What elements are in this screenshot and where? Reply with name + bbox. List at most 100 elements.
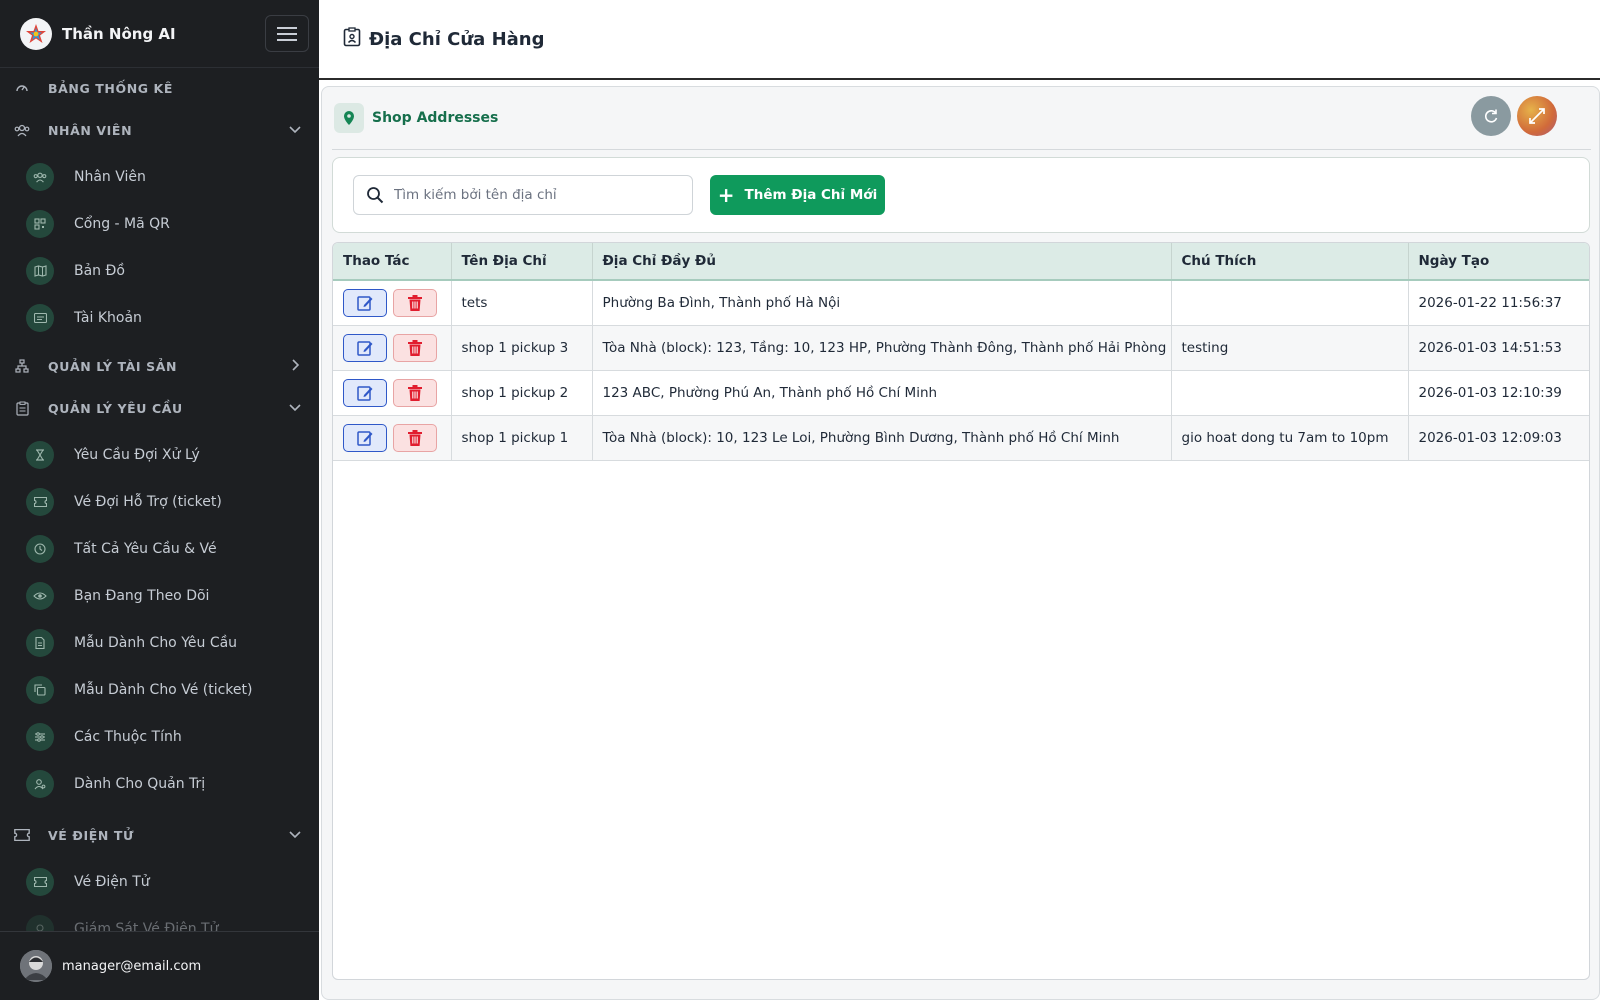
column-header-created[interactable]: Ngày Tạo: [1408, 243, 1589, 281]
delete-button[interactable]: [393, 333, 437, 362]
delete-button[interactable]: [393, 288, 437, 317]
cell-name: tets: [451, 280, 593, 326]
user-email: manager@email.com: [62, 958, 202, 974]
sidebar-item-employees[interactable]: Nhân Viên: [0, 154, 319, 200]
toolbar: + Thêm Địa Chỉ Mới: [332, 157, 1590, 233]
sidebar-item-following[interactable]: Bạn Đang Theo Dõi: [0, 573, 319, 619]
ticket-icon: [26, 488, 54, 516]
sidebar: Thần Nông AI BẢNG THỐNG KÊ NHÂN VIÊN Nhâ…: [0, 0, 319, 1000]
sidebar-item-map[interactable]: Bản Đồ: [0, 248, 319, 294]
chevron-down-icon: [288, 826, 302, 845]
app-name: Thần Nông AI: [62, 24, 176, 43]
hourglass-icon: [26, 441, 54, 469]
panel-title: Shop Addresses: [372, 110, 499, 126]
edit-icon: [357, 430, 373, 446]
hamburger-icon: [277, 26, 297, 41]
row-actions: [333, 280, 452, 326]
sidebar-item-admin[interactable]: Dành Cho Quản Trị: [0, 761, 319, 807]
column-header-full-address[interactable]: Địa Chỉ Đầy Đủ: [592, 243, 1172, 281]
qr-icon: [26, 210, 54, 238]
ticket-icon: [12, 825, 32, 845]
table-row[interactable]: shop 1 pickup 2 123 ABC, Phường Phú An, …: [333, 370, 1589, 416]
sidebar-section-requests[interactable]: QUẢN LÝ YÊU CẦU: [0, 387, 319, 429]
sidebar-section-assets[interactable]: QUẢN LÝ TÀI SẢN: [0, 345, 319, 387]
table-row[interactable]: shop 1 pickup 1 Tòa Nhà (block): 10, 123…: [333, 415, 1589, 461]
sidebar-item-gate-qr[interactable]: Cổng - Mã QR: [0, 201, 319, 247]
column-header-actions[interactable]: Thao Tác: [333, 243, 452, 281]
sidebar-item-all-requests[interactable]: Tất Cả Yêu Cầu & Vé: [0, 526, 319, 572]
cell-name: shop 1 pickup 3: [451, 325, 593, 371]
sidebar-item-pending-requests[interactable]: Yêu Cầu Đợi Xử Lý: [0, 432, 319, 478]
page-title: Địa Chỉ Cửa Hàng: [369, 28, 545, 50]
cell-created: 2026-01-22 11:56:37: [1408, 280, 1589, 326]
trash-icon: [408, 429, 422, 446]
chevron-right-icon: [288, 357, 302, 376]
id-card-icon: [26, 304, 54, 332]
sidebar-section-dashboard[interactable]: BẢNG THỐNG KÊ: [0, 67, 319, 109]
sliders-icon: [26, 723, 54, 751]
edit-button[interactable]: [343, 333, 387, 362]
cell-note: [1171, 370, 1409, 416]
trash-icon: [408, 339, 422, 356]
document-icon: [26, 629, 54, 657]
trash-icon: [408, 384, 422, 401]
sidebar-item-ticket-templates[interactable]: Mẫu Dành Cho Vé (ticket): [0, 667, 319, 713]
dashboard-icon: [12, 78, 32, 98]
team-icon: [12, 120, 32, 140]
column-header-note[interactable]: Chú Thích: [1171, 243, 1409, 281]
sidebar-item-account[interactable]: Tài Khoản: [0, 295, 319, 341]
fullscreen-button[interactable]: [1517, 96, 1557, 136]
app-logo-icon: [20, 17, 52, 50]
ticket-icon: [26, 868, 54, 896]
team-icon: [26, 163, 54, 191]
column-header-name[interactable]: Tên Địa Chỉ: [451, 243, 593, 281]
panel-header: Shop Addresses: [334, 101, 498, 135]
row-actions: [333, 370, 452, 416]
refresh-icon: [1485, 109, 1498, 123]
map-pin-icon: [334, 103, 364, 133]
copy-icon: [26, 676, 54, 704]
edit-icon: [357, 340, 373, 356]
edit-button[interactable]: [343, 378, 387, 407]
trash-icon: [408, 294, 422, 311]
menu-toggle-button[interactable]: [265, 15, 309, 52]
edit-button[interactable]: [343, 423, 387, 452]
search-icon: [367, 187, 384, 204]
divider: [332, 149, 1591, 150]
cell-full-address: Tòa Nhà (block): 123, Tầng: 10, 123 HP, …: [592, 325, 1172, 371]
cell-note: testing: [1171, 325, 1409, 371]
table-row[interactable]: shop 1 pickup 3 Tòa Nhà (block): 123, Tầ…: [333, 325, 1589, 371]
sidebar-item-attributes[interactable]: Các Thuộc Tính: [0, 714, 319, 760]
search-input[interactable]: [394, 187, 674, 203]
avatar: [20, 950, 52, 982]
eye-icon: [26, 582, 54, 610]
clipboard-icon: [12, 398, 32, 418]
table-row[interactable]: tets Phường Ba Đình, Thành phố Hà Nội 20…: [333, 280, 1589, 326]
user-footer[interactable]: manager@email.com: [0, 931, 319, 1000]
search-box[interactable]: [353, 175, 693, 215]
cell-full-address: Phường Ba Đình, Thành phố Hà Nội: [592, 280, 1172, 326]
cell-note: gio hoat dong tu 7am to 10pm: [1171, 415, 1409, 461]
address-table: Thao Tác Tên Địa Chỉ Địa Chỉ Đầy Đủ Chú …: [332, 242, 1590, 980]
chevron-down-icon: [288, 399, 302, 418]
sidebar-item-pending-tickets[interactable]: Vé Đợi Hỗ Trợ (ticket): [0, 479, 319, 525]
edit-button[interactable]: [343, 288, 387, 317]
hierarchy-icon: [12, 356, 32, 376]
edit-icon: [357, 296, 373, 311]
sidebar-section-etickets[interactable]: VÉ ĐIỆN TỬ: [0, 814, 319, 856]
cell-name: shop 1 pickup 2: [451, 370, 593, 416]
sidebar-item-etickets[interactable]: Vé Điện Tử: [0, 859, 319, 905]
sidebar-item-request-templates[interactable]: Mẫu Dành Cho Yêu Cầu: [0, 620, 319, 666]
cell-name: shop 1 pickup 1: [451, 415, 593, 461]
admin-user-icon: [26, 770, 54, 798]
row-actions: [333, 325, 452, 371]
shop-addresses-panel: Shop Addresses + Thêm Địa Chỉ Mới Thao T…: [321, 86, 1600, 1000]
plus-icon: +: [717, 183, 735, 207]
add-address-button[interactable]: + Thêm Địa Chỉ Mới: [710, 175, 885, 215]
edit-icon: [357, 385, 373, 401]
delete-button[interactable]: [393, 423, 437, 452]
chevron-down-icon: [288, 121, 302, 140]
sidebar-section-employees[interactable]: NHÂN VIÊN: [0, 109, 319, 151]
refresh-button[interactable]: [1471, 96, 1511, 136]
delete-button[interactable]: [393, 378, 437, 407]
